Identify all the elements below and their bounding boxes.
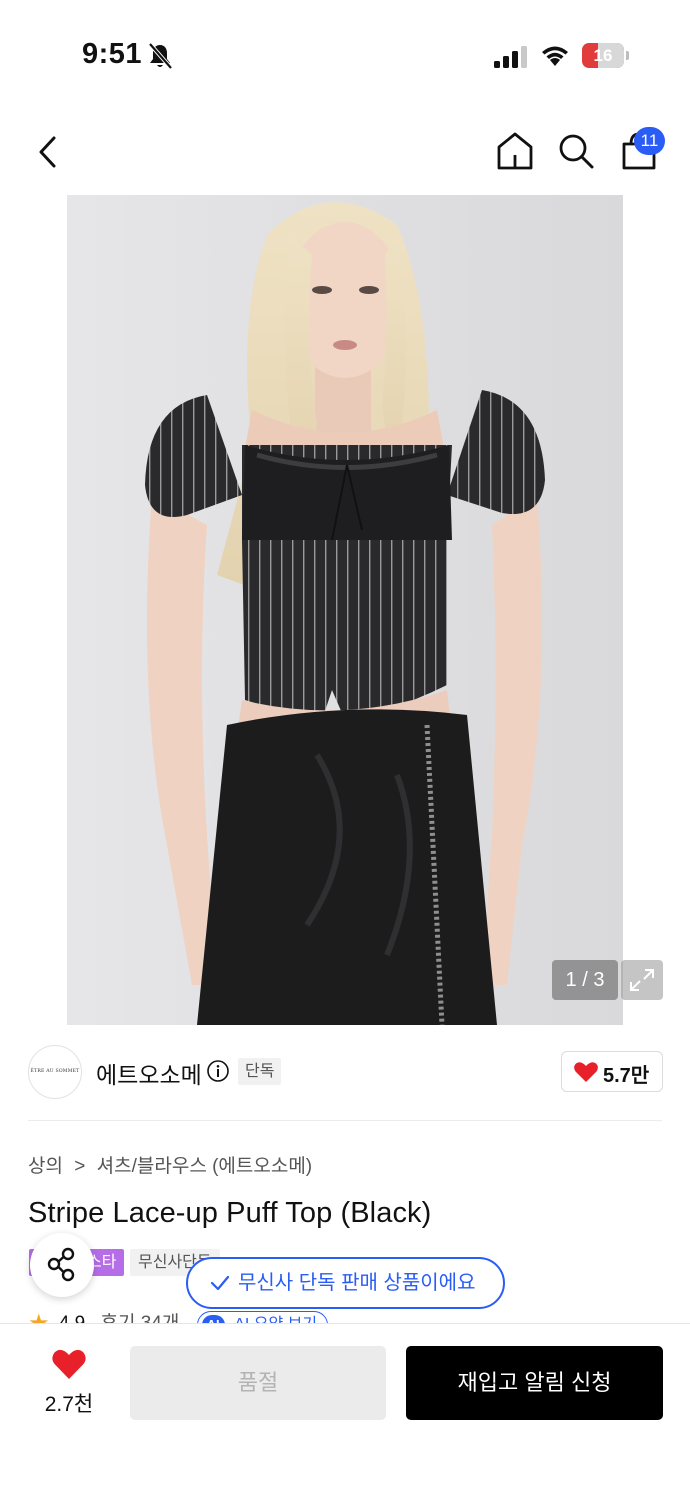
restock-alert-button[interactable]: 재입고 알림 신청 — [406, 1346, 663, 1420]
toast-message: 무신사 단독 판매 상품이에요 — [238, 1272, 476, 1294]
search-button[interactable] — [556, 130, 596, 172]
image-counter: 1 / 3 — [552, 960, 618, 1000]
home-button[interactable] — [495, 130, 535, 172]
share-button[interactable] — [30, 1233, 94, 1297]
heart-icon — [574, 1062, 598, 1082]
bell-slash-icon — [148, 42, 173, 70]
cart-badge: 11 — [634, 127, 665, 155]
brand-like-count: 5.7만 — [603, 1065, 650, 1087]
brand-logo[interactable]: ÊTRE AU SOMMET — [28, 1045, 82, 1099]
product-title: Stripe Lace-up Puff Top (Black) — [28, 1197, 432, 1229]
wishlist-heart-icon[interactable] — [51, 1348, 87, 1380]
breadcrumb-separator: > — [74, 1156, 86, 1177]
search-icon — [559, 134, 594, 169]
breadcrumb-subcategory[interactable]: 셔츠/블라우스 (에트오소메) — [97, 1156, 313, 1177]
home-icon — [497, 132, 533, 170]
status-time: 9:51 — [82, 38, 143, 70]
product-photo — [67, 195, 623, 1025]
check-icon — [210, 1275, 230, 1291]
info-icon[interactable] — [206, 1059, 230, 1083]
back-button[interactable] — [30, 130, 70, 174]
back-chevron-icon — [39, 136, 56, 168]
exclusive-tag: 단독 — [238, 1058, 282, 1085]
product-image[interactable] — [67, 195, 623, 1025]
battery-level: 16 — [593, 46, 613, 65]
wishlist-count: 2.7천 — [44, 1393, 94, 1416]
status-bar: 9:51 16 — [0, 0, 690, 100]
brand-name[interactable]: 에트오소메 — [96, 1056, 202, 1090]
cellular-signal-icon — [494, 46, 527, 68]
expand-image-button[interactable] — [621, 960, 663, 1000]
soldout-button: 품절 — [130, 1346, 386, 1420]
brand-like-button[interactable]: 5.7만 — [561, 1051, 663, 1092]
breadcrumb-category[interactable]: 상의 — [28, 1156, 63, 1177]
battery-indicator: 16 — [582, 43, 630, 69]
expand-icon — [630, 969, 654, 991]
breadcrumb: 상의 > 셔츠/블라우스 (에트오소메) — [28, 1151, 318, 1178]
wifi-icon — [542, 46, 568, 66]
exclusive-toast: 무신사 단독 판매 상품이에요 — [186, 1257, 505, 1309]
share-icon — [47, 1247, 75, 1282]
divider — [28, 1120, 662, 1121]
